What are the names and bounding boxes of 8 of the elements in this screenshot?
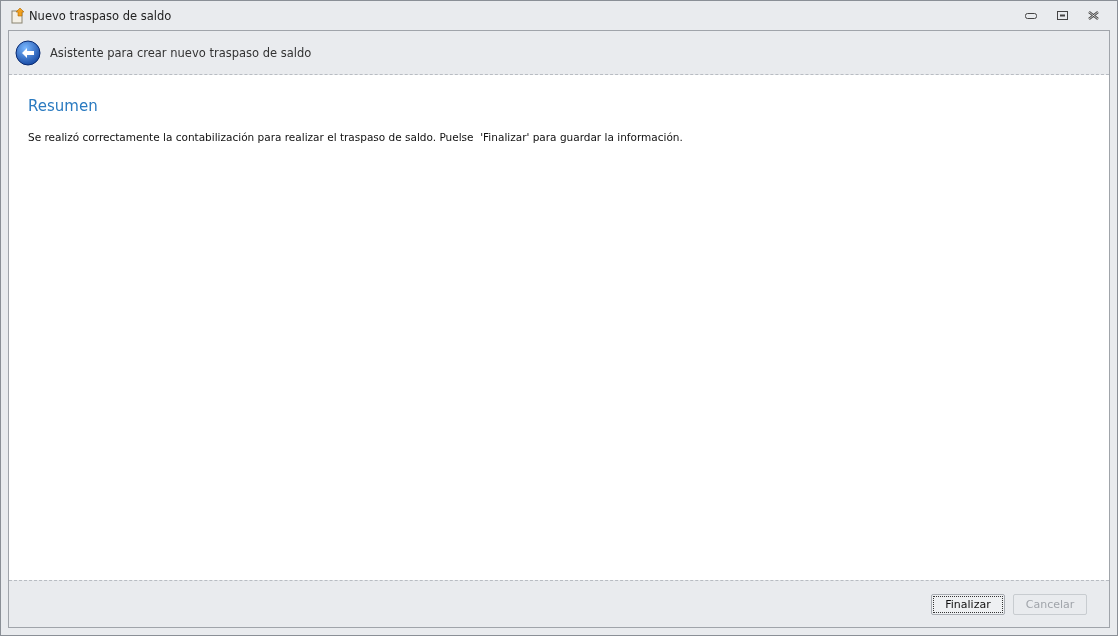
close-icon[interactable] bbox=[1088, 11, 1099, 20]
maximize-icon[interactable] bbox=[1057, 11, 1068, 20]
page-title: Resumen bbox=[28, 97, 99, 115]
summary-message: Se realizó correctamente la contabilización para realizar el traspaso de saldo. Puelse 'Finalizar' para guardar la información. bbox=[28, 131, 684, 143]
minimize-icon[interactable] bbox=[1025, 12, 1037, 19]
dialog-button[interactable]: Finalizar bbox=[931, 593, 1005, 615]
wizard-header: Asistente para crear nuevo traspaso de saldo bbox=[50, 45, 312, 60]
window-title: Nuevo traspaso de saldo bbox=[29, 8, 172, 23]
